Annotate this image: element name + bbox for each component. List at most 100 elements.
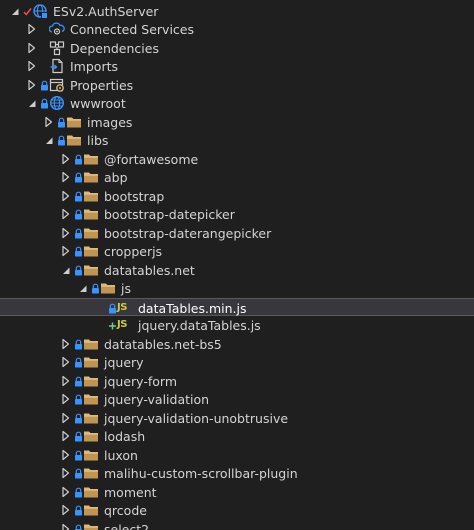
globe-icon bbox=[49, 95, 65, 111]
chevron-right-icon[interactable] bbox=[27, 42, 37, 54]
chevron-down-icon[interactable] bbox=[27, 97, 37, 109]
tree-item-datatables-min-js[interactable]: JS dataTables.min.js bbox=[0, 297, 474, 316]
tree-item-label: select2 bbox=[104, 521, 150, 530]
folder-icon bbox=[83, 188, 99, 204]
tree-item-bootstrap-daterangepicker[interactable]: bootstrap-daterangepicker bbox=[0, 224, 474, 243]
folder-icon bbox=[83, 336, 99, 352]
tree-item-label: Connected Services bbox=[70, 22, 194, 37]
tree-item-datatables-net-bs5[interactable]: datatables.net-bs5 bbox=[0, 335, 474, 354]
folder-icon bbox=[83, 373, 99, 389]
tree-item-label: Imports bbox=[70, 59, 118, 74]
chevron-right-icon[interactable] bbox=[27, 60, 37, 72]
chevron-right-icon[interactable] bbox=[61, 486, 71, 498]
tree-item-label: jquery.dataTables.js bbox=[138, 318, 261, 333]
tree-item-label: images bbox=[87, 114, 133, 130]
folder-icon bbox=[83, 169, 99, 185]
tree-item-jquery[interactable]: jquery bbox=[0, 353, 474, 372]
chevron-right-icon[interactable] bbox=[61, 171, 71, 183]
tree-item-datatables-net[interactable]: datatables.net bbox=[0, 261, 474, 280]
tree-item-bootstrap-datepicker[interactable]: bootstrap-datepicker bbox=[0, 205, 474, 224]
tree-item-moment[interactable]: moment bbox=[0, 483, 474, 502]
tree-item-jquery-validation[interactable]: jquery-validation bbox=[0, 390, 474, 409]
tree-item-imports[interactable]: Imports bbox=[0, 57, 474, 76]
chevron-right-icon[interactable] bbox=[61, 523, 71, 530]
chevron-right-icon[interactable] bbox=[27, 79, 37, 91]
tree-item-label: bootstrap-datepicker bbox=[104, 207, 235, 222]
tree-item-dependencies[interactable]: Dependencies bbox=[0, 39, 474, 58]
folder-icon bbox=[100, 280, 116, 296]
chevron-right-icon[interactable] bbox=[61, 375, 71, 387]
tree-item-connected-services[interactable]: Connected Services bbox=[0, 20, 474, 39]
tree-item-cropperjs[interactable]: cropperjs bbox=[0, 242, 474, 261]
folder-icon bbox=[83, 521, 99, 530]
tree-item-jquery-validation-unobtrusive[interactable]: jquery-validation-unobtrusive bbox=[0, 409, 474, 428]
tree-item-lodash[interactable]: lodash bbox=[0, 427, 474, 446]
chevron-right-icon[interactable] bbox=[61, 393, 71, 405]
folder-icon bbox=[66, 132, 82, 148]
tree-item-libs[interactable]: libs bbox=[0, 131, 474, 150]
chevron-right-icon[interactable] bbox=[61, 467, 71, 479]
tree-item-esv2-authserver[interactable]: ESv2.AuthServer bbox=[0, 2, 474, 21]
folder-icon bbox=[83, 502, 99, 518]
solution-explorer-tree: ESv2.AuthServer Connected Services Depende… bbox=[0, 0, 474, 530]
tree-item-label: jquery bbox=[104, 355, 144, 370]
tree-item-label: wwwroot bbox=[70, 96, 126, 111]
js-file-icon: JS bbox=[117, 319, 127, 330]
chevron-right-icon[interactable] bbox=[61, 430, 71, 442]
tree-item-label: Dependencies bbox=[70, 40, 159, 56]
tree-item-luxon[interactable]: luxon bbox=[0, 446, 474, 465]
folder-icon bbox=[83, 354, 99, 370]
folder-icon bbox=[83, 410, 99, 426]
tree-item-label: luxon bbox=[104, 447, 138, 463]
tree-item-jquery-form[interactable]: jquery-form bbox=[0, 372, 474, 391]
folder-icon bbox=[83, 484, 99, 500]
chevron-down-icon[interactable] bbox=[61, 264, 71, 276]
tree-item-label: bootstrap-daterangepicker bbox=[104, 225, 272, 241]
chevron-right-icon[interactable] bbox=[61, 245, 71, 257]
folder-icon bbox=[83, 391, 99, 407]
tree-item-malihu-custom-scrollbar-plugin[interactable]: malihu-custom-scrollbar-plugin bbox=[0, 464, 474, 483]
chevron-right-icon[interactable] bbox=[61, 227, 71, 239]
folder-icon bbox=[83, 428, 99, 444]
chevron-right-icon[interactable] bbox=[61, 449, 71, 461]
chevron-right-icon[interactable] bbox=[61, 356, 71, 368]
js-file-icon: JS bbox=[117, 301, 127, 313]
tree-item-label: Properties bbox=[70, 77, 134, 93]
folder-icon bbox=[83, 225, 99, 241]
chevron-right-icon[interactable] bbox=[61, 412, 71, 424]
tree-item-abp[interactable]: abp bbox=[0, 168, 474, 187]
tree-item-label: datatables.net-bs5 bbox=[104, 336, 222, 352]
tree-item-qrcode[interactable]: qrcode bbox=[0, 501, 474, 520]
tree-item-label: jquery-validation-unobtrusive bbox=[104, 410, 289, 426]
chevron-right-icon[interactable] bbox=[61, 504, 71, 516]
folder-icon bbox=[83, 206, 99, 222]
tree-item-label: ESv2.AuthServer bbox=[53, 3, 159, 19]
chevron-down-icon[interactable] bbox=[78, 282, 88, 294]
tree-item-fortawesome[interactable]: @fortawesome bbox=[0, 150, 474, 169]
chevron-right-icon[interactable] bbox=[61, 338, 71, 350]
chevron-right-icon[interactable] bbox=[61, 153, 71, 165]
tree-item-label: jquery-form bbox=[104, 373, 177, 389]
chevron-right-icon[interactable] bbox=[27, 23, 37, 35]
project-icon bbox=[32, 3, 48, 19]
tree-item-bootstrap[interactable]: bootstrap bbox=[0, 187, 474, 206]
tree-item-js[interactable]: js bbox=[0, 279, 474, 298]
folder-icon bbox=[83, 243, 99, 259]
chevron-down-icon[interactable] bbox=[44, 134, 54, 146]
chevron-right-icon[interactable] bbox=[61, 190, 71, 202]
folder-icon bbox=[83, 465, 99, 481]
chevron-right-icon[interactable] bbox=[61, 208, 71, 220]
tree-item-label: moment bbox=[104, 484, 157, 500]
imports-icon bbox=[49, 58, 65, 74]
tree-item-label: abp bbox=[104, 170, 128, 185]
tree-item-label: jquery-validation bbox=[104, 392, 210, 407]
tree-item-images[interactable]: images bbox=[0, 113, 474, 132]
chevron-right-icon[interactable] bbox=[44, 116, 54, 128]
tree-item-properties[interactable]: Properties bbox=[0, 76, 474, 95]
chevron-down-icon[interactable] bbox=[10, 5, 20, 17]
tree-item-wwwroot[interactable]: wwwroot bbox=[0, 94, 474, 113]
tree-item-jquery-datatables-js[interactable]: JS jquery.dataTables.js bbox=[0, 316, 474, 335]
tree-item-label: qrcode bbox=[104, 503, 147, 518]
tree-item-select2[interactable]: select2 bbox=[0, 520, 474, 530]
properties-icon bbox=[49, 77, 65, 93]
